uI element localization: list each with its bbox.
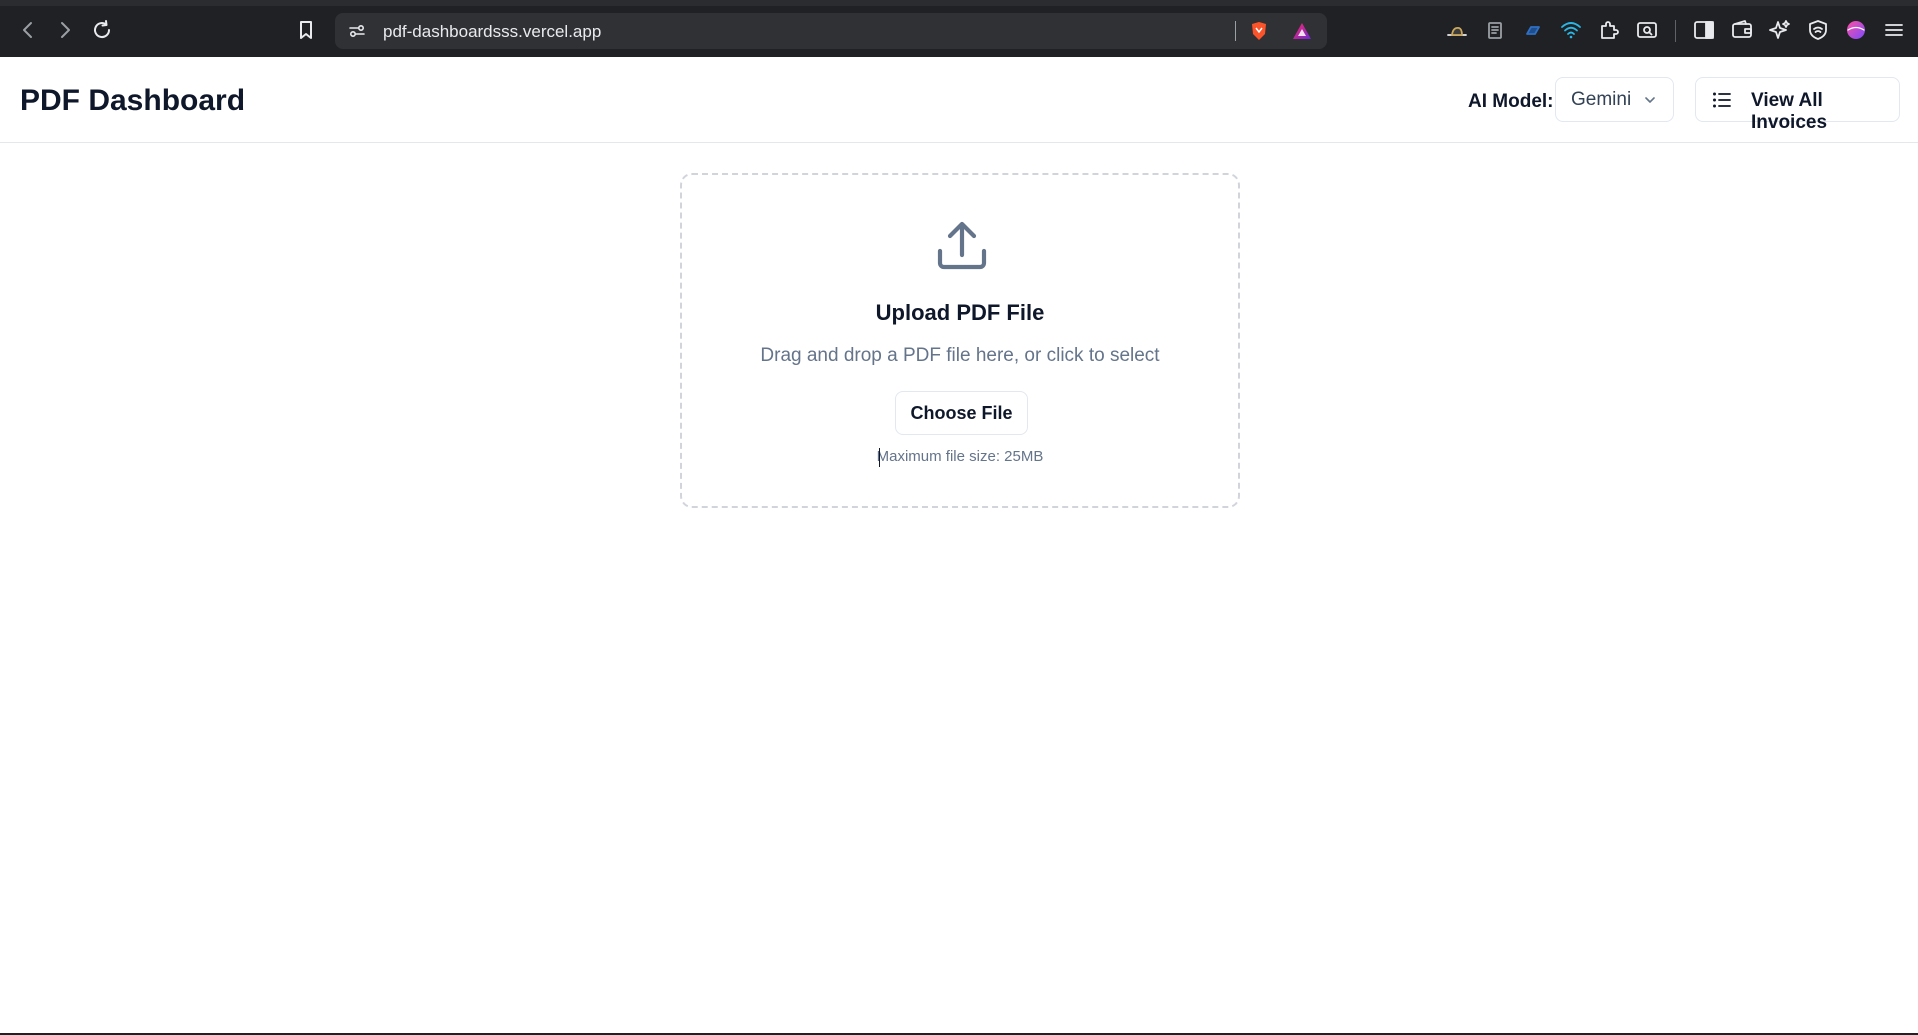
app-header: PDF Dashboard AI Model: Gemini View All … — [0, 57, 1918, 143]
upload-title: Upload PDF File — [875, 300, 1045, 325]
ai-model-value: Gemini — [1571, 88, 1632, 110]
forward-button[interactable] — [51, 16, 79, 44]
ai-model-select[interactable]: Gemini — [1555, 77, 1674, 122]
address-bar[interactable]: pdf-dashboardsss.vercel.app — [335, 13, 1327, 49]
extension-docs[interactable] — [1483, 18, 1507, 42]
wallet-button[interactable] — [1730, 18, 1754, 42]
forward-icon — [61, 22, 70, 38]
chevron-down-icon — [1645, 97, 1655, 103]
upload-description: Drag and drop a PDF file here, or click … — [760, 345, 1160, 366]
view-all-invoices-label: View All Invoices — [1751, 90, 1828, 133]
vpn-button[interactable] — [1806, 18, 1830, 42]
ai-model-label: AI Model: — [1468, 91, 1554, 112]
leo-ai-button[interactable] — [1768, 18, 1792, 42]
menu-icon — [1885, 24, 1903, 36]
hat-icon — [1447, 26, 1467, 36]
extension-wifi[interactable] — [1559, 18, 1583, 42]
extension-hat[interactable] — [1445, 18, 1469, 42]
extensions-button[interactable] — [1597, 18, 1621, 42]
extension-tag[interactable] — [1521, 18, 1545, 42]
max-file-size-note: Maximum file size: 25MB — [876, 448, 1044, 465]
screenshot-button[interactable] — [1635, 18, 1659, 42]
choose-file-button[interactable]: Choose File — [895, 391, 1028, 435]
page-title: PDF Dashboard — [20, 84, 246, 117]
text-cursor — [879, 448, 880, 467]
view-all-invoices-button[interactable]: View All Invoices — [1695, 77, 1900, 133]
wallet-icon — [1732, 20, 1752, 38]
puzzle-icon — [1601, 21, 1619, 39]
list-icon — [1712, 92, 1731, 108]
wifi-icon — [1561, 22, 1581, 39]
back-button[interactable] — [14, 16, 42, 44]
bookmark-button[interactable] — [292, 16, 320, 44]
brave-shields-icon[interactable] — [1248, 20, 1270, 42]
reload-button[interactable] — [88, 16, 116, 44]
sidebar-icon — [1694, 21, 1714, 39]
document-stack-icon — [1488, 22, 1502, 39]
sidebar-button[interactable] — [1692, 18, 1716, 42]
upload-icon — [937, 221, 987, 270]
tab-strip — [0, 0, 1918, 6]
vpn-icon — [1809, 20, 1827, 40]
site-settings-icon[interactable] — [347, 21, 367, 41]
pdf-dropzone[interactable]: Upload PDF File Drag and drop a PDF file… — [680, 173, 1240, 508]
toolbar-divider — [1675, 20, 1676, 42]
profile-icon — [1847, 21, 1865, 39]
reload-icon — [94, 20, 111, 39]
browser-toolbar: pdf-dashboardsss.vercel.app — [0, 0, 1918, 57]
bookmark-icon — [300, 21, 312, 39]
menu-button[interactable] — [1882, 18, 1906, 42]
url-text[interactable]: pdf-dashboardsss.vercel.app — [383, 22, 601, 42]
tag-icon — [1526, 26, 1540, 35]
leo-ai-icon — [1769, 20, 1790, 39]
brave-rewards-icon[interactable] — [1291, 20, 1313, 42]
profile-button[interactable] — [1844, 18, 1868, 42]
back-icon — [23, 22, 32, 38]
address-divider — [1235, 21, 1236, 41]
search-screen-icon — [1637, 22, 1657, 38]
